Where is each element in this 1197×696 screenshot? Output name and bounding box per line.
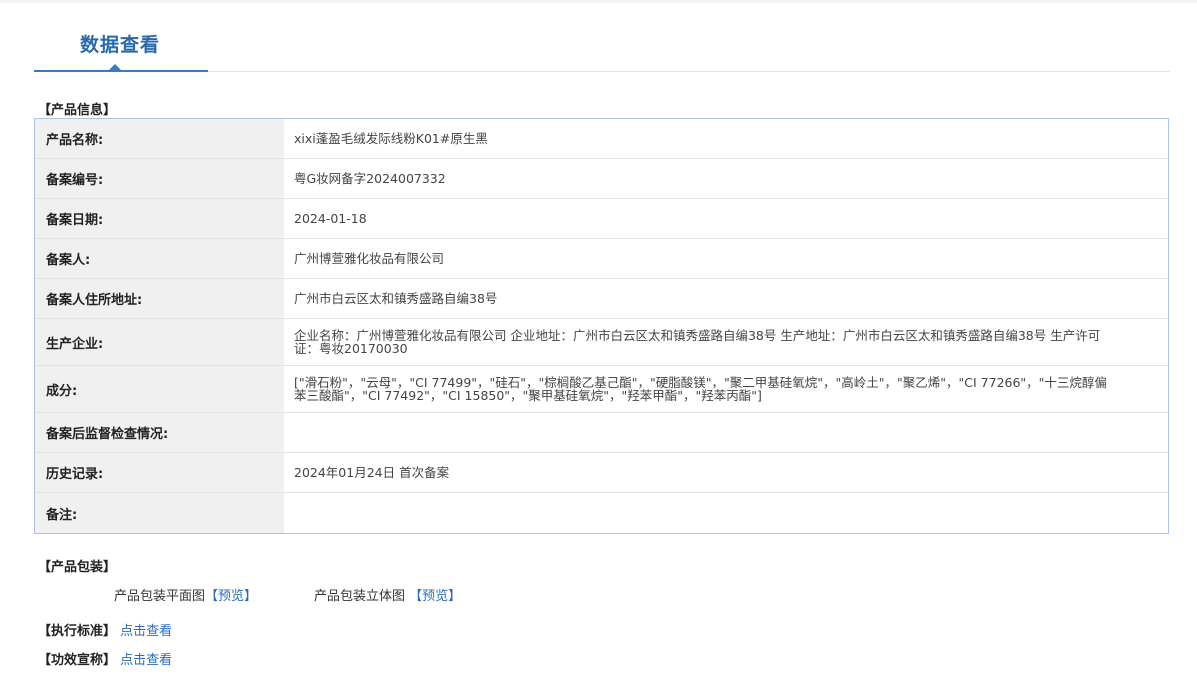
efficacy-view-link[interactable]: 点击查看 — [120, 653, 172, 668]
table-row: 备案日期: 2024-01-18 — [35, 199, 1168, 239]
row-label: 产品名称: — [35, 119, 284, 158]
table-row: 生产企业: 企业名称：广州博萱雅化妆品有限公司 企业地址：广州市白云区太和镇秀盛… — [35, 319, 1168, 366]
packaging-title: 【产品包装】 — [38, 560, 117, 575]
packaging-flat-label: 产品包装平面图 — [114, 589, 206, 604]
row-value: xixi蓬盈毛绒发际线粉K01#原生黑 — [294, 131, 488, 146]
table-row: 备注: — [35, 493, 1168, 533]
table-row: 产品名称: xixi蓬盈毛绒发际线粉K01#原生黑 — [35, 119, 1168, 159]
row-value: 2024-01-18 — [294, 211, 367, 226]
tab-bar: 数据查看 — [34, 0, 1170, 74]
table-row: 备案编号: 粤G妆网备字2024007332 — [35, 159, 1168, 199]
table-row: 成分: ["滑石粉"，"云母"，"CI 77499"，"硅石"，"棕榈酸乙基己酯… — [35, 366, 1168, 413]
packaging-solid: 产品包装立体图 【预览】 — [314, 585, 461, 604]
packaging-flat-preview-link[interactable]: 【预览】 — [205, 589, 257, 604]
page: 数据查看 【产品信息】 产品名称: xixi蓬盈毛绒发际线粉K01#原生黑 备案… — [0, 0, 1197, 696]
tab-data-view[interactable]: 数据查看 — [80, 30, 160, 57]
row-label: 历史记录: — [35, 453, 284, 492]
row-label: 成分: — [35, 366, 284, 412]
row-label: 生产企业: — [35, 319, 284, 365]
row-label: 备注: — [35, 493, 284, 533]
product-info-table: 产品名称: xixi蓬盈毛绒发际线粉K01#原生黑 备案编号: 粤G妆网备字20… — [34, 118, 1169, 534]
row-value — [284, 493, 1168, 533]
row-value: ["滑石粉"，"云母"，"CI 77499"，"硅石"，"棕榈酸乙基己酯"，"硬… — [294, 375, 1107, 403]
tab-divider — [208, 71, 1170, 72]
row-label: 备案人: — [35, 239, 284, 278]
row-label: 备案后监督检查情况: — [35, 413, 284, 452]
row-value: 粤G妆网备字2024007332 — [294, 171, 446, 186]
standard-view-link[interactable]: 点击查看 — [120, 624, 172, 639]
table-row: 备案人住所地址: 广州市白云区太和镇秀盛路自编38号 — [35, 279, 1168, 319]
packaging-solid-preview-link[interactable]: 【预览】 — [409, 589, 461, 604]
packaging-solid-label: 产品包装立体图 — [314, 589, 406, 604]
table-row: 历史记录: 2024年01月24日 首次备案 — [35, 453, 1168, 493]
standard-label: 【执行标准】 — [38, 624, 117, 639]
packaging-flat: 产品包装平面图【预览】 — [114, 585, 257, 604]
row-value: 广州博萱雅化妆品有限公司 — [294, 251, 445, 266]
tab-active-underline — [34, 70, 208, 72]
efficacy-line: 【功效宣称】 点击查看 — [38, 649, 172, 668]
row-label: 备案日期: — [35, 199, 284, 238]
row-value: 企业名称：广州博萱雅化妆品有限公司 企业地址：广州市白云区太和镇秀盛路自编38号… — [294, 328, 1101, 356]
row-value: 2024年01月24日 首次备案 — [294, 465, 450, 480]
tab-active-arrow-icon — [109, 64, 121, 70]
row-value — [284, 413, 1168, 452]
table-row: 备案后监督检查情况: — [35, 413, 1168, 453]
row-label: 备案编号: — [35, 159, 284, 198]
standard-line: 【执行标准】 点击查看 — [38, 620, 172, 639]
product-info-title: 【产品信息】 — [38, 103, 117, 118]
row-label: 备案人住所地址: — [35, 279, 284, 318]
row-value: 广州市白云区太和镇秀盛路自编38号 — [294, 291, 498, 306]
table-row: 备案人: 广州博萱雅化妆品有限公司 — [35, 239, 1168, 279]
efficacy-label: 【功效宣称】 — [38, 653, 117, 668]
